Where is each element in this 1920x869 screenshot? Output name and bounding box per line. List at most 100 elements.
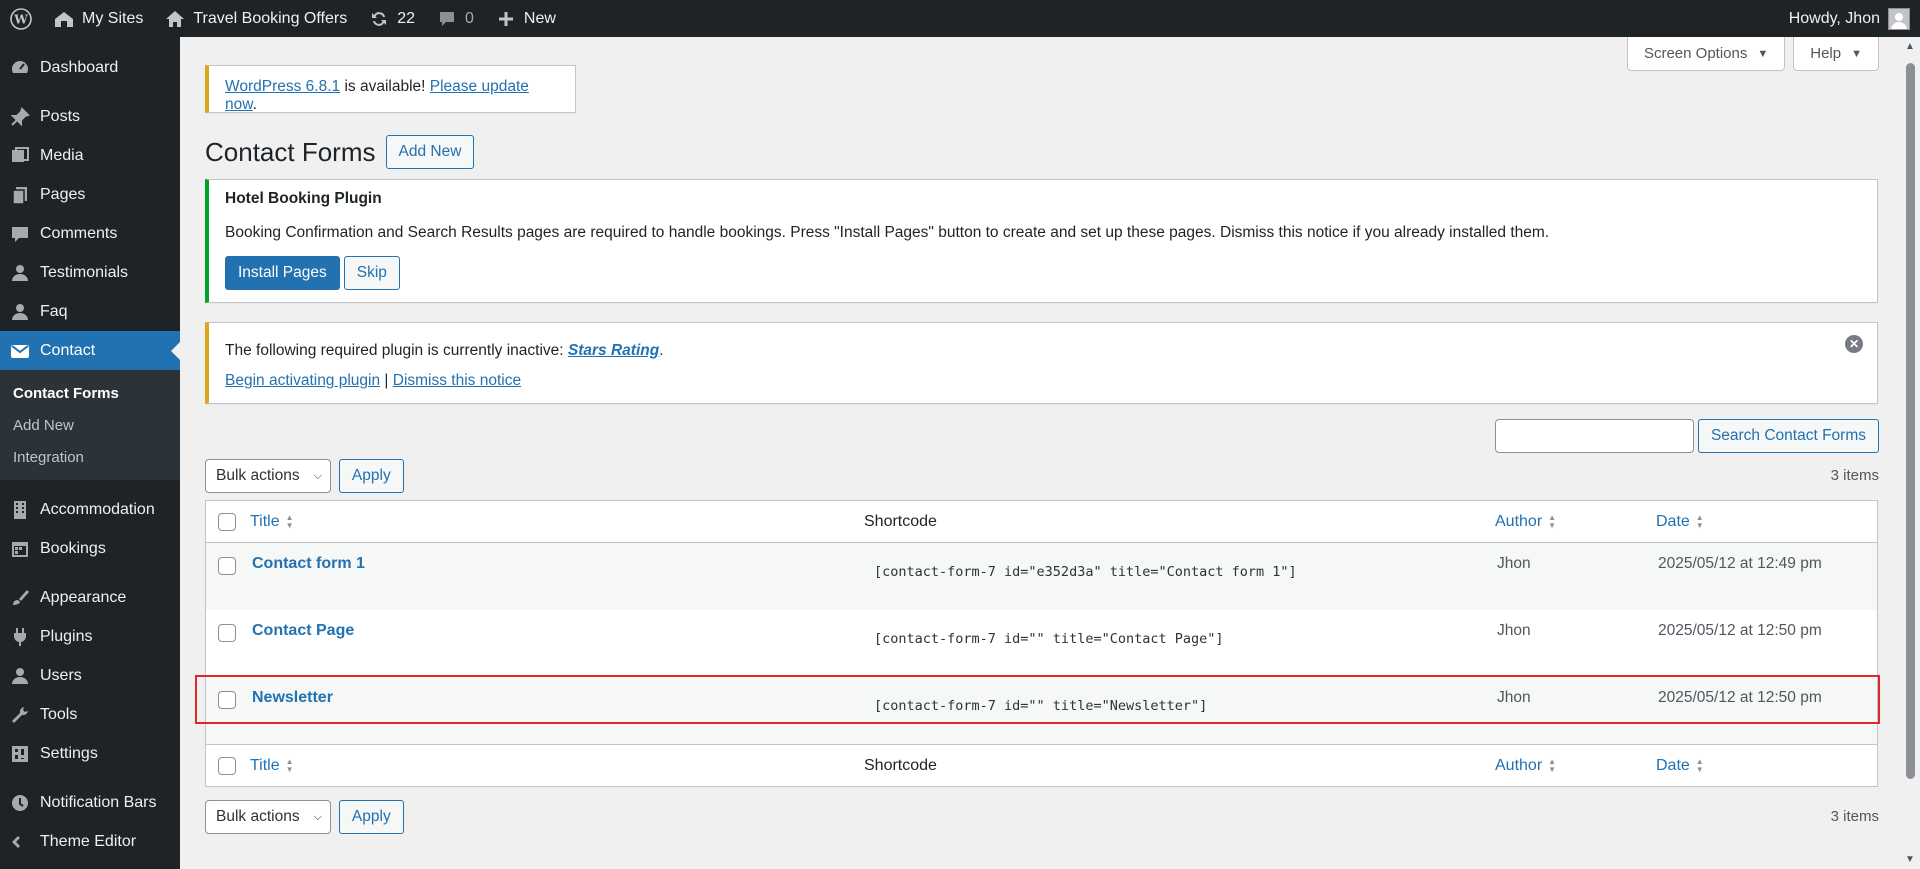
howdy-label: Howdy, Jhon bbox=[1788, 9, 1880, 27]
svg-text:W: W bbox=[13, 12, 28, 26]
menu-plugins[interactable]: Plugins bbox=[0, 617, 180, 656]
menu-label: Dashboard bbox=[40, 58, 119, 76]
menu-comments[interactable]: Comments bbox=[0, 214, 180, 253]
menu-pages[interactable]: Pages bbox=[0, 175, 180, 214]
search-contact-forms-button[interactable]: Search Contact Forms bbox=[1697, 419, 1879, 453]
table-footer: Title ▲ ▼ Shortcode Author ▲ ▼ Date ▲ ▼ bbox=[206, 744, 1877, 786]
author-cell: Jhon bbox=[1497, 555, 1531, 572]
submenu-integration[interactable]: Integration bbox=[0, 442, 180, 474]
screen-options-button[interactable]: Screen Options ▼ bbox=[1626, 37, 1786, 71]
menu-users[interactable]: Users bbox=[0, 656, 180, 695]
select-all-checkbox[interactable] bbox=[218, 512, 236, 531]
building-icon bbox=[10, 500, 30, 520]
menu-settings[interactable]: Settings bbox=[0, 734, 180, 773]
my-account-menu[interactable]: Howdy, Jhon bbox=[1788, 7, 1920, 30]
form-title-link[interactable]: Contact form 1 bbox=[252, 555, 365, 573]
items-count: 3 items bbox=[1830, 467, 1879, 484]
menu-bookings[interactable]: Bookings bbox=[0, 529, 180, 568]
search-input[interactable] bbox=[1494, 419, 1694, 453]
menu-appearance[interactable]: Appearance bbox=[0, 578, 180, 617]
close-icon[interactable]: ✕ bbox=[1845, 335, 1863, 353]
wordpress-logo-icon[interactable]: W bbox=[0, 0, 42, 37]
wordpress-version-link[interactable]: WordPress 6.8.1 bbox=[225, 78, 340, 95]
menu-label: Contact bbox=[40, 341, 96, 359]
row-checkbox[interactable] bbox=[218, 624, 236, 642]
update-period: . bbox=[252, 96, 257, 113]
begin-activating-link[interactable]: Begin activating plugin bbox=[225, 372, 380, 389]
apply-button[interactable]: Apply bbox=[338, 800, 404, 834]
menu-label: Users bbox=[40, 666, 82, 684]
bulk-actions-select[interactable]: Bulk actions ⌵ bbox=[205, 459, 331, 493]
menu-tools[interactable]: Tools bbox=[0, 695, 180, 734]
pages-icon bbox=[10, 185, 30, 205]
select-all-checkbox[interactable] bbox=[218, 756, 236, 775]
menu-notification-bars[interactable]: Notification Bars bbox=[0, 783, 180, 822]
menu-label: Comments bbox=[40, 224, 118, 242]
scroll-up-icon[interactable]: ▲ bbox=[1905, 41, 1915, 52]
menu-label: Media bbox=[40, 146, 84, 164]
sort-title-link[interactable]: Title ▲ ▼ bbox=[250, 757, 294, 775]
my-sites-menu[interactable]: My Sites bbox=[42, 0, 153, 37]
site-name-menu[interactable]: Travel Booking Offers bbox=[153, 0, 357, 37]
submenu-contact-forms[interactable]: Contact Forms bbox=[0, 378, 180, 410]
menu-theme-editor[interactable]: Theme Editor bbox=[0, 822, 180, 861]
skip-button[interactable]: Skip bbox=[343, 256, 400, 290]
sort-author-link[interactable]: Author ▲ ▼ bbox=[1495, 513, 1556, 531]
menu-testimonials[interactable]: Testimonials bbox=[0, 253, 180, 292]
stars-rating-link[interactable]: Stars Rating bbox=[568, 342, 659, 359]
row-checkbox[interactable] bbox=[218, 691, 236, 709]
sort-author-link[interactable]: Author ▲ ▼ bbox=[1495, 757, 1556, 775]
menu-label: Tools bbox=[40, 705, 78, 723]
menu-posts[interactable]: Posts bbox=[0, 97, 180, 136]
menu-label: Testimonials bbox=[40, 263, 129, 281]
column-date-label: Date bbox=[1656, 756, 1690, 774]
menu-label: Plugins bbox=[40, 627, 93, 645]
form-title-link[interactable]: Contact Page bbox=[252, 622, 354, 640]
sort-icon: ▲ ▼ bbox=[285, 756, 294, 774]
home-icon bbox=[163, 7, 187, 31]
submenu-add-new[interactable]: Add New bbox=[0, 410, 180, 442]
table-row: Newsletter [contact-form-7 id="" title="… bbox=[206, 677, 1877, 744]
row-checkbox[interactable] bbox=[218, 557, 236, 575]
scroll-down-icon[interactable]: ▼ bbox=[1905, 854, 1915, 865]
items-count: 3 items bbox=[1830, 808, 1879, 825]
menu-faq[interactable]: Faq bbox=[0, 292, 180, 331]
dashboard-icon bbox=[10, 58, 30, 78]
sort-date-link[interactable]: Date ▲ ▼ bbox=[1656, 513, 1704, 531]
menu-media[interactable]: Media bbox=[0, 136, 180, 175]
media-icon bbox=[10, 146, 30, 166]
updates-menu[interactable]: 22 bbox=[357, 0, 425, 37]
install-pages-button[interactable]: Install Pages bbox=[225, 256, 340, 290]
scrollbar-thumb[interactable] bbox=[1906, 63, 1915, 779]
sort-date-link[interactable]: Date ▲ ▼ bbox=[1656, 757, 1704, 775]
help-button[interactable]: Help ▼ bbox=[1793, 37, 1879, 71]
tablenav-top: Bulk actions ⌵ Apply bbox=[205, 459, 404, 493]
new-content-menu[interactable]: New bbox=[484, 0, 566, 37]
contact-forms-table: Title ▲ ▼ Shortcode Author ▲ ▼ Date ▲ ▼ Contac… bbox=[205, 500, 1878, 787]
column-title-label: Title bbox=[250, 512, 280, 530]
sort-icon: ▲ ▼ bbox=[1548, 512, 1557, 530]
sort-icon: ▲ ▼ bbox=[1695, 756, 1704, 774]
dismiss-notice-link[interactable]: Dismiss this notice bbox=[393, 372, 521, 389]
author-cell: Jhon bbox=[1497, 689, 1531, 706]
page-title: Contact Forms bbox=[205, 136, 376, 167]
comments-menu[interactable]: 0 bbox=[425, 0, 484, 37]
scrollbar[interactable]: ▲ ▼ bbox=[1901, 37, 1920, 869]
menu-contact[interactable]: Contact bbox=[0, 331, 180, 370]
menu-label: Accommodation bbox=[40, 500, 155, 518]
date-cell: 2025/05/12 at 12:50 pm bbox=[1658, 689, 1822, 706]
table-row: Contact form 1 [contact-form-7 id="e352d… bbox=[206, 543, 1877, 610]
add-new-button[interactable]: Add New bbox=[385, 135, 475, 169]
calendar-icon bbox=[10, 539, 30, 559]
form-title-link[interactable]: Newsletter bbox=[252, 689, 333, 707]
menu-label: Posts bbox=[40, 107, 81, 125]
menu-dashboard[interactable]: Dashboard bbox=[0, 48, 180, 87]
notice-message: The following required plugin is current… bbox=[225, 342, 568, 359]
sort-title-link[interactable]: Title ▲ ▼ bbox=[250, 513, 294, 531]
menu-label: Notification Bars bbox=[40, 793, 157, 811]
apply-button[interactable]: Apply bbox=[338, 459, 404, 493]
search-box: Search Contact Forms bbox=[1494, 419, 1879, 453]
bulk-actions-select[interactable]: Bulk actions ⌵ bbox=[205, 800, 331, 834]
menu-accommodation[interactable]: Accommodation bbox=[0, 490, 180, 529]
notice-period: . bbox=[659, 342, 664, 359]
